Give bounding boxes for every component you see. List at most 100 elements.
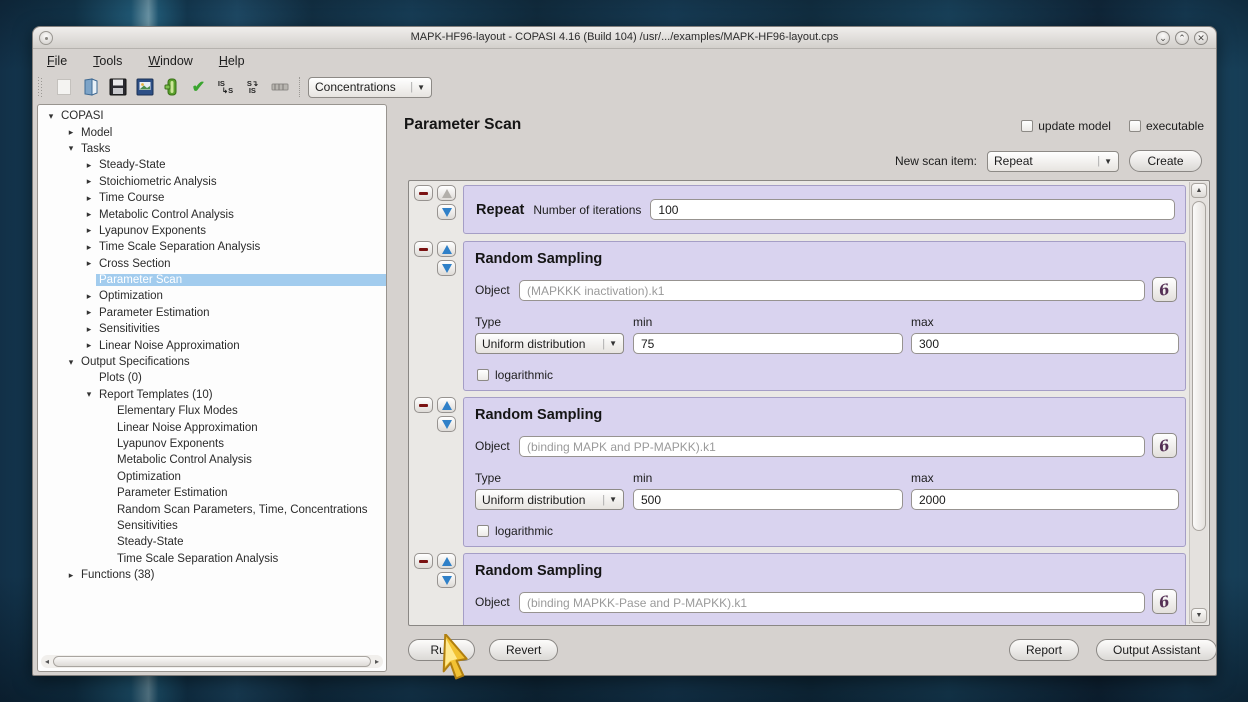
scroll-up-icon[interactable]: ▲ xyxy=(1191,183,1207,198)
logarithmic-checkbox[interactable] xyxy=(477,525,489,537)
tree-item-model[interactable]: ▸Model xyxy=(38,124,386,140)
update-model-option[interactable]: update model xyxy=(1021,119,1111,133)
remove-item-button[interactable] xyxy=(414,185,433,201)
scroll-left-icon[interactable]: ◂ xyxy=(41,657,53,666)
distribution-type-dropdown[interactable]: Uniform distribution |▼ xyxy=(475,489,624,510)
toolbar-drag-handle[interactable] xyxy=(38,77,43,97)
menu-tools[interactable]: Tools xyxy=(91,52,124,70)
export-image-button[interactable] xyxy=(131,75,158,99)
check-model-button[interactable]: ✔ xyxy=(185,75,212,99)
move-down-button[interactable] xyxy=(437,204,456,220)
remove-item-button[interactable] xyxy=(414,553,433,569)
tree-item-stoichiometric-analysis[interactable]: ▸Stoichiometric Analysis xyxy=(38,174,386,190)
tree-item-report-templates[interactable]: ▾Report Templates (10) xyxy=(38,387,386,403)
tree-item-linear-noise-approximation[interactable]: ▸Linear Noise Approximation xyxy=(38,337,386,353)
close-button[interactable]: ✕ xyxy=(1194,31,1208,45)
logarithmic-option[interactable]: logarithmic xyxy=(477,524,553,538)
save-button[interactable] xyxy=(104,75,131,99)
tree-item-report-sensitivities[interactable]: Sensitivities xyxy=(38,518,386,534)
sbml-button[interactable] xyxy=(158,75,185,99)
tree-item-report-mca[interactable]: Metabolic Control Analysis xyxy=(38,452,386,468)
remove-item-button[interactable] xyxy=(414,241,433,257)
convert-to-reversible-button[interactable]: S↴ IS xyxy=(239,75,266,99)
tree-item-sensitivities[interactable]: ▸Sensitivities xyxy=(38,321,386,337)
select-object-button[interactable]: 6 xyxy=(1152,589,1177,614)
move-down-button[interactable] xyxy=(437,260,456,276)
tree-expand-icon[interactable]: ▾ xyxy=(64,143,78,154)
move-up-button[interactable] xyxy=(437,185,456,201)
tree-item-steady-state[interactable]: ▸Steady-State xyxy=(38,157,386,173)
select-object-button[interactable]: 6 xyxy=(1152,277,1177,302)
new-scan-item-dropdown[interactable]: Repeat | ▼ xyxy=(987,151,1119,172)
move-down-button[interactable] xyxy=(437,572,456,588)
run-button[interactable]: Run xyxy=(408,639,475,661)
tree-expand-icon[interactable]: ▸ xyxy=(82,193,96,204)
tree-expand-icon[interactable]: ▸ xyxy=(64,127,78,138)
scrollbar-thumb[interactable] xyxy=(1192,201,1206,531)
object-input[interactable] xyxy=(519,436,1145,457)
logarithmic-option[interactable]: logarithmic xyxy=(477,368,553,382)
object-input[interactable] xyxy=(519,280,1145,301)
tree-item-tasks[interactable]: ▾Tasks xyxy=(38,141,386,157)
tree-item-report-parameter-estimation[interactable]: Parameter Estimation xyxy=(38,485,386,501)
tree-item-time-course[interactable]: ▸Time Course xyxy=(38,190,386,206)
tree-expand-icon[interactable]: ▾ xyxy=(82,389,96,400)
move-down-button[interactable] xyxy=(437,416,456,432)
tree-item-parameter-estimation[interactable]: ▸Parameter Estimation xyxy=(38,305,386,321)
tree-item-report-lyapunov[interactable]: Lyapunov Exponents xyxy=(38,436,386,452)
view-selector-dropdown[interactable]: Concentrations | ▼ xyxy=(308,77,432,98)
scroll-right-icon[interactable]: ▸ xyxy=(371,657,383,666)
menu-help[interactable]: Help xyxy=(217,52,247,70)
iterations-input[interactable] xyxy=(650,199,1175,220)
tree-horizontal-scrollbar[interactable]: ◂ ▸ xyxy=(41,655,383,668)
tree-item-functions[interactable]: ▸Functions (38) xyxy=(38,567,386,583)
logarithmic-checkbox[interactable] xyxy=(477,369,489,381)
tree-item-metabolic-control-analysis[interactable]: ▸Metabolic Control Analysis xyxy=(38,206,386,222)
select-object-button[interactable]: 6 xyxy=(1152,433,1177,458)
tree-item-report-random-scan[interactable]: Random Scan Parameters, Time, Concentrat… xyxy=(38,501,386,517)
tree-item-report-lna[interactable]: Linear Noise Approximation xyxy=(38,419,386,435)
object-input[interactable] xyxy=(519,592,1145,613)
create-button[interactable]: Create xyxy=(1129,150,1202,172)
tree-item-time-scale-separation[interactable]: ▸Time Scale Separation Analysis xyxy=(38,239,386,255)
output-assistant-button[interactable]: Output Assistant xyxy=(1096,639,1217,661)
max-input[interactable] xyxy=(911,489,1179,510)
tree-item-elementary-flux-modes[interactable]: Elementary Flux Modes xyxy=(38,403,386,419)
report-button[interactable]: Report xyxy=(1009,639,1079,661)
tree-expand-icon[interactable]: ▸ xyxy=(82,307,96,318)
open-file-button[interactable] xyxy=(77,75,104,99)
tree-expand-icon[interactable]: ▸ xyxy=(82,324,96,335)
tree-item-report-tssa[interactable]: Time Scale Separation Analysis xyxy=(38,551,386,567)
tree-item-lyapunov-exponents[interactable]: ▸Lyapunov Exponents xyxy=(38,223,386,239)
scroll-down-icon[interactable]: ▼ xyxy=(1191,608,1207,623)
revert-button[interactable]: Revert xyxy=(489,639,558,661)
tree-expand-icon[interactable]: ▾ xyxy=(44,111,58,122)
max-input[interactable] xyxy=(911,333,1179,354)
slider-button[interactable] xyxy=(266,75,293,99)
move-up-button[interactable] xyxy=(437,553,456,569)
tree-expand-icon[interactable]: ▸ xyxy=(82,209,96,220)
distribution-type-dropdown[interactable]: Uniform distribution |▼ xyxy=(475,333,624,354)
tree-item-plots[interactable]: Plots (0) xyxy=(38,370,386,386)
tree-expand-icon[interactable]: ▾ xyxy=(64,357,78,368)
tree-expand-icon[interactable]: ▸ xyxy=(64,570,78,581)
shade-button[interactable]: ⌄ xyxy=(1156,31,1170,45)
remove-item-button[interactable] xyxy=(414,397,433,413)
tree-expand-icon[interactable]: ▸ xyxy=(82,340,96,351)
tree-expand-icon[interactable]: ▸ xyxy=(82,176,96,187)
tree-item-output-specifications[interactable]: ▾Output Specifications xyxy=(38,354,386,370)
tree-expand-icon[interactable]: ▸ xyxy=(82,291,96,302)
new-file-button[interactable] xyxy=(50,75,77,99)
move-up-button[interactable] xyxy=(437,241,456,257)
scan-items-scrollbar[interactable]: ▲ ▼ xyxy=(1189,182,1208,624)
scrollbar-thumb[interactable] xyxy=(53,656,371,667)
min-input[interactable] xyxy=(633,333,903,354)
tree-expand-icon[interactable]: ▸ xyxy=(82,258,96,269)
title-bar[interactable]: MAPK-HF96-layout - COPASI 4.16 (Build 10… xyxy=(33,27,1216,49)
tree-expand-icon[interactable]: ▸ xyxy=(82,225,96,236)
convert-to-irreversible-button[interactable]: IS ↳S xyxy=(212,75,239,99)
move-up-button[interactable] xyxy=(437,397,456,413)
min-input[interactable] xyxy=(633,489,903,510)
tree-expand-icon[interactable]: ▸ xyxy=(82,160,96,171)
tree-item-copasi[interactable]: ▾COPASI xyxy=(38,108,386,124)
